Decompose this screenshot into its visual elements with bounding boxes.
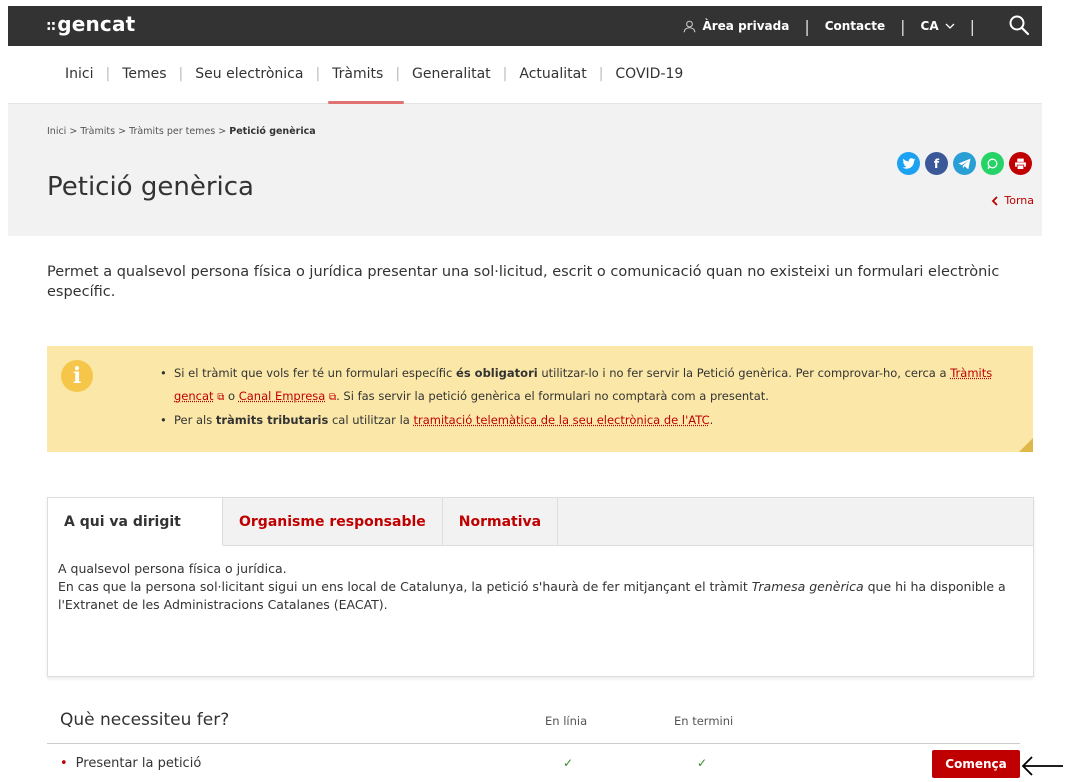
main-nav: Inici | Temes | Seu electrònica | Tràmits | … [8,46,1042,104]
nav-separator: | [969,16,975,36]
social-share: f [897,152,1032,175]
column-term: En termini [674,714,734,728]
tab-bar: A qui va dirigit Organisme responsable N… [48,498,1033,546]
private-area-link[interactable]: Àrea privada [683,19,789,33]
nav-separator: | [315,66,321,82]
check-icon: ✓ [563,756,574,770]
breadcrumb-tramits-per-temes[interactable]: Tràmits per temes [129,126,215,137]
breadcrumb-tramits[interactable]: Tràmits [80,126,115,137]
note-item: Per als tràmits tributaris cal utilitzar… [160,409,1000,432]
nav-separator: | [598,66,604,82]
arrow-left-icon [1021,756,1063,776]
nav-item-temes[interactable]: Temes | [116,46,189,102]
needs-row: • Presentar la petició ✓ ✓ Comença [47,744,1020,782]
intro-text: Permet a qualsevol persona física o jurí… [47,264,1000,300]
row-label: • Presentar la petició [60,756,202,771]
nav-item-seu-electronica[interactable]: Seu electrònica | [189,46,326,102]
chevron-down-icon [945,23,955,29]
nav-separator: | [804,16,810,36]
print-icon[interactable] [1009,152,1032,175]
canal-empresa-link[interactable]: Canal Empresa [239,389,326,403]
chevron-left-icon [992,195,999,206]
nav-item-generalitat[interactable]: Generalitat | [406,46,513,102]
tab-normativa[interactable]: Normativa [443,498,559,545]
breadcrumb: Inici > Tràmits > Tràmits per temes > Pe… [47,126,316,137]
back-link[interactable]: Torna [991,194,1034,207]
info-note: i Si el tràmit que vols fer té un formul… [47,346,1033,452]
note-item: Si el tràmit que vols fer té un formular… [160,362,1000,409]
page-header-band: Inici > Tràmits > Tràmits per temes > Pe… [8,104,1042,236]
note-corner-fold [1019,438,1033,452]
contact-link[interactable]: Contacte [825,19,885,33]
whatsapp-icon[interactable] [981,152,1004,175]
breadcrumb-separator: > [118,126,127,137]
top-nav: Àrea privada | Contacte | CA | [683,6,990,46]
tab-a-qui-va-dirigit[interactable]: A qui va dirigit [48,498,223,546]
breadcrumb-inici[interactable]: Inici [47,126,66,137]
breadcrumb-current: Petició genèrica [229,126,316,137]
facebook-icon[interactable]: f [925,152,948,175]
nav-item-covid[interactable]: COVID-19 [609,46,689,102]
bullet: • [60,756,68,771]
info-tabs: A qui va dirigit Organisme responsable N… [47,497,1034,677]
nav-separator: | [105,66,111,82]
gencat-logo[interactable]: :: gencat [46,12,135,36]
needs-section: Què necessiteu fer? En línia En termini … [47,700,1020,782]
nav-separator: | [502,66,508,82]
language-selector[interactable]: CA [921,19,955,33]
nav-separator: | [900,16,906,36]
nav-separator: | [395,66,401,82]
breadcrumb-separator: > [218,126,227,137]
nav-item-tramits[interactable]: Tràmits | [326,46,406,104]
column-online: En línia [545,714,588,728]
user-icon [684,20,696,32]
check-icon: ✓ [697,756,708,770]
needs-title: Què necessiteu fer? [60,710,230,730]
nav-item-inici[interactable]: Inici | [59,46,116,102]
breadcrumb-separator: > [69,126,78,137]
page-title: Petició genèrica [47,172,254,202]
search-icon[interactable] [1008,14,1030,36]
info-icon: i [61,360,93,392]
nav-separator: | [178,66,184,82]
tab-panel: A qualsevol persona física o jurídica. E… [58,561,1006,612]
needs-header: Què necessiteu fer? En línia En termini [47,700,1020,744]
twitter-icon[interactable] [897,152,920,175]
top-header: :: gencat Àrea privada | Contacte | CA | [8,6,1042,46]
atc-link[interactable]: tramitació telemàtica de la seu electròn… [413,413,709,427]
tab-organisme-responsable[interactable]: Organisme responsable [223,498,443,545]
nav-item-actualitat[interactable]: Actualitat | [513,46,609,102]
start-button[interactable]: Comença [932,750,1020,778]
telegram-icon[interactable] [953,152,976,175]
